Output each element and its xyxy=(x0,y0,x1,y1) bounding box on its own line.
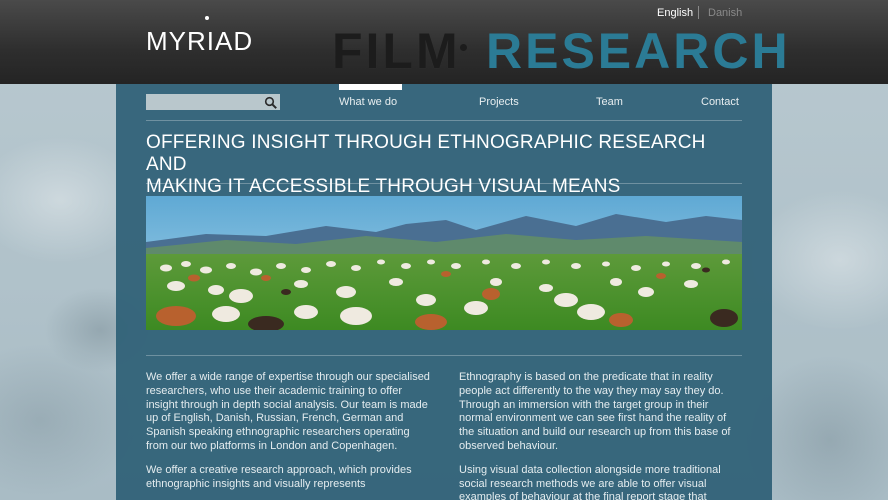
brand-research-text: RESEARCH xyxy=(486,23,791,79)
body-paragraph: We offer a wide range of expertise throu… xyxy=(146,371,430,452)
body-column-right: Ethnography is based on the predicate th… xyxy=(459,371,743,500)
body-paragraph: Using visual data collection alongside m… xyxy=(459,463,721,500)
language-danish-link[interactable]: Danish xyxy=(708,7,742,19)
nav-item-team[interactable]: Team xyxy=(596,96,623,108)
nav-item-what-we-do[interactable]: What we do xyxy=(339,96,397,108)
divider-headline xyxy=(146,183,742,184)
nav-item-contact[interactable]: Contact xyxy=(701,96,739,108)
language-divider xyxy=(698,6,699,19)
body-paragraph: Ethnography is based on the predicate th… xyxy=(459,371,731,452)
body-paragraph: We offer a creative research approach, w… xyxy=(146,463,412,490)
site-header: MYRIAD FILM RESEARCH English Danish xyxy=(0,0,888,84)
hero-landscape-image xyxy=(146,196,742,330)
nav-active-indicator xyxy=(339,84,402,90)
headline-line-1: OFFERING INSIGHT THROUGH ETHNOGRAPHIC RE… xyxy=(146,132,706,175)
language-english-link[interactable]: English xyxy=(657,7,693,19)
search-field-wrapper xyxy=(146,94,280,115)
headline-line-2: MAKING IT ACCESSIBLE THROUGH VISUAL MEAN… xyxy=(146,176,621,197)
brand-film-text: FILM xyxy=(332,23,461,79)
divider-top xyxy=(146,120,742,121)
brand-separator-dot xyxy=(460,44,467,51)
search-icon[interactable] xyxy=(264,95,278,109)
logo-dot xyxy=(205,16,209,20)
nav-item-projects[interactable]: Projects xyxy=(479,96,519,108)
body-column-left: We offer a wide range of expertise throu… xyxy=(146,371,430,500)
search-input[interactable] xyxy=(146,98,264,115)
divider-body xyxy=(146,355,742,356)
page-headline: OFFERING INSIGHT THROUGH ETHNOGRAPHIC RE… xyxy=(146,132,742,198)
myriad-logo[interactable]: MYRIAD xyxy=(146,26,253,57)
